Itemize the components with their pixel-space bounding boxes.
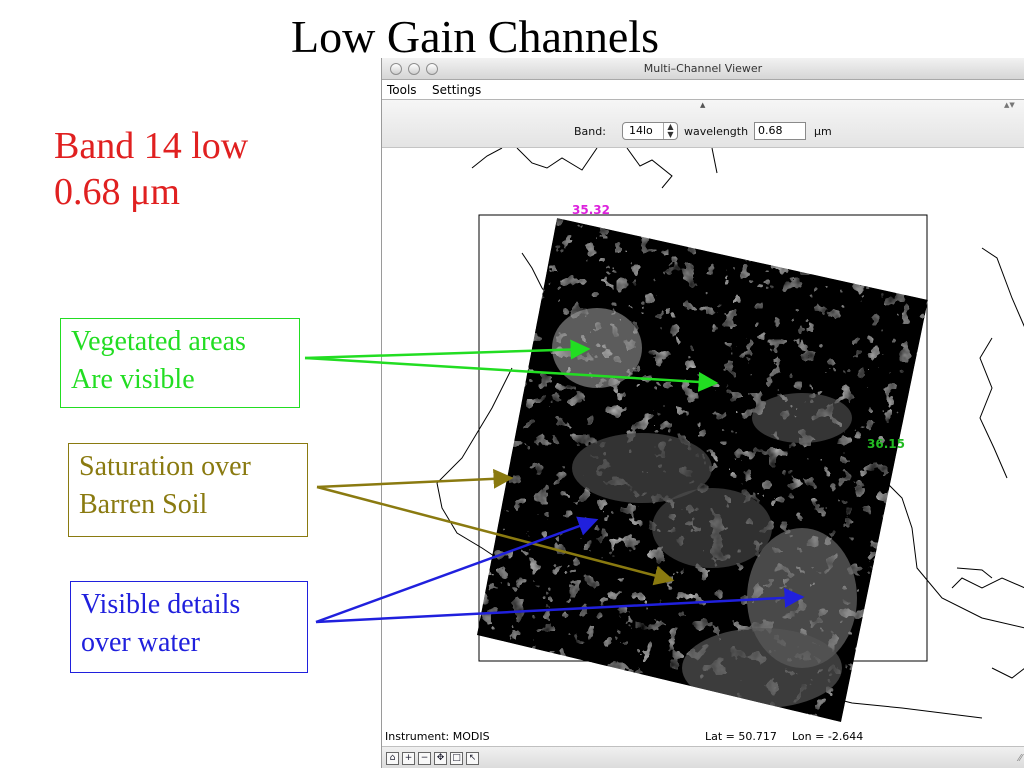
scroll-arrows-icon[interactable]: ▲▼ [1004,101,1015,109]
band-toolbar: ▲ ▲▼ Band: 14lo ▲ ▼ wavelength 0.68 μm [382,100,1024,148]
bottom-toolbar: ⌂ + − ✥ □ ↖ ⁄⁄ [382,746,1024,768]
saturation-note-line2: Barren Soil [79,488,208,520]
resize-grip-icon[interactable]: ⁄⁄ [1019,753,1022,764]
stepper-arrows-icon[interactable]: ▲ ▼ [663,123,677,139]
band-label-line1: Band 14 low [54,125,249,167]
band-annotation: Band 14 low 0.68 μm [54,124,248,215]
saturation-note-line1: Saturation over [79,451,251,482]
vegetated-note-line1: Vegetated areas [71,326,246,357]
select-box-icon[interactable]: □ [450,752,463,765]
zoom-in-icon[interactable]: + [402,752,415,765]
menu-settings[interactable]: Settings [432,83,481,97]
water-note-box: Visible details over water [70,581,308,673]
menu-tools[interactable]: Tools [387,83,417,97]
status-lat: Lat = 50.717 [705,730,777,743]
wavelength-label: wavelength [684,125,749,138]
map-svg[interactable]: 35.32 36.15 [382,147,1024,728]
collapse-icon[interactable]: ▲ [700,101,705,109]
water-note-line1: Visible details [81,589,241,620]
menubar: Tools Settings [382,80,1024,100]
wavelength-input[interactable]: 0.68 [754,122,806,140]
multi-channel-viewer-window: Multi–Channel Viewer Tools Settings ▲ ▲▼… [381,58,1024,768]
vegetated-note-line2: Are visible [71,363,195,395]
map-canvas[interactable]: 35.32 36.15 [382,147,1024,728]
corner-label-right: 36.15 [867,437,905,451]
band-label: Band: [574,125,606,138]
band-select-value: 14lo [629,124,653,137]
water-note-line2: over water [81,626,200,658]
satellite-swath [477,218,928,722]
window-title: Multi–Channel Viewer [643,62,763,75]
pan-icon[interactable]: ✥ [434,752,447,765]
home-icon[interactable]: ⌂ [386,752,399,765]
wavelength-unit: μm [814,125,832,138]
saturation-note-box: Saturation over Barren Soil [68,443,308,537]
pointer-icon[interactable]: ↖ [466,752,479,765]
vegetated-note-box: Vegetated areas Are visible [60,318,300,408]
status-bar: Instrument: MODIS Lat = 50.717 Lon = -2.… [382,728,1024,746]
status-instrument: Instrument: MODIS [385,730,490,743]
band-label-line2: 0.68 μm [54,170,180,213]
status-lon: Lon = -2.644 [792,730,864,743]
zoom-out-icon[interactable]: − [418,752,431,765]
slide-title: Low Gain Channels [291,11,659,62]
corner-label-top: 35.32 [572,203,610,217]
band-select[interactable]: 14lo ▲ ▼ [622,122,678,140]
